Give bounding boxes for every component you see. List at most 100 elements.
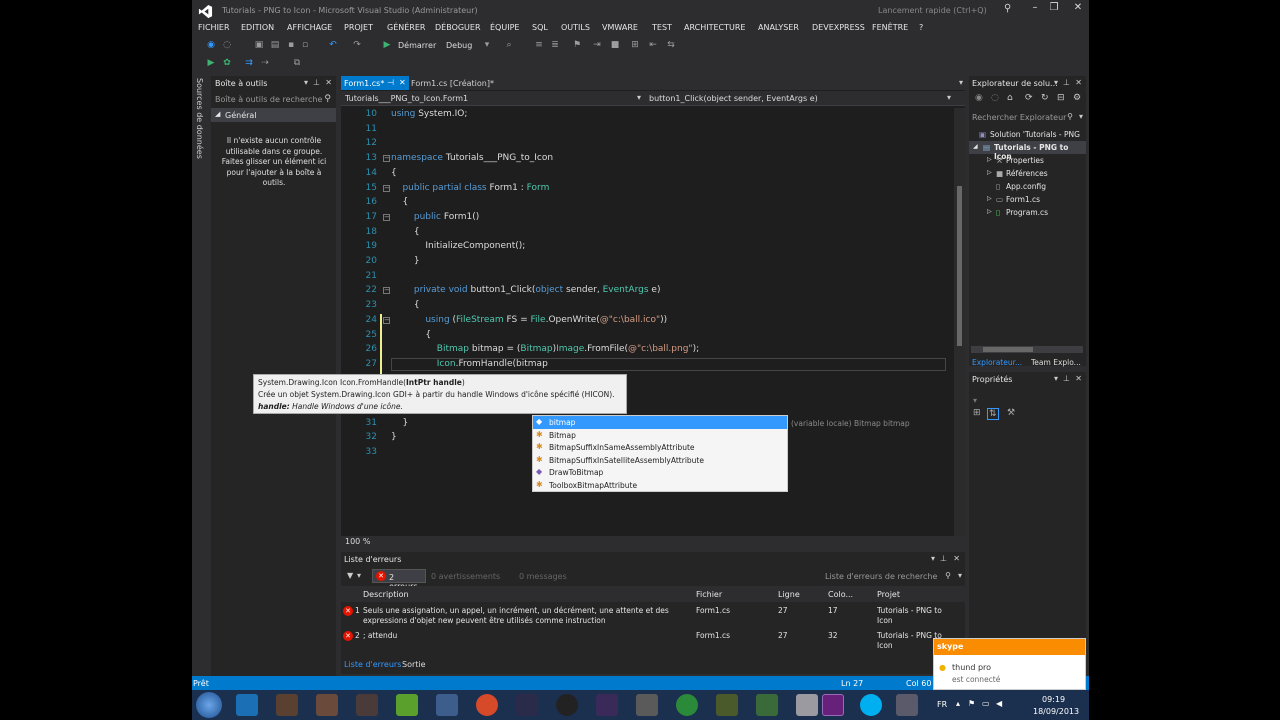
data-sources-label[interactable]: Sources de données: [195, 78, 204, 159]
flag-icon[interactable]: ⚑: [968, 699, 975, 708]
chevron-down-icon[interactable]: ▾: [1054, 78, 1058, 87]
tab-form1-design[interactable]: Form1.cs [Création]*: [411, 79, 494, 88]
member-dropdown[interactable]: button1_Click(object sender, EventArgs e…: [649, 94, 818, 103]
filter-icon[interactable]: ▼: [347, 571, 353, 580]
intellisense-item[interactable]: ◆ DrawToBitmap: [533, 466, 787, 479]
code-line[interactable]: 19 InitializeComponent();: [341, 240, 953, 255]
wrench-icon[interactable]: ⚒: [1007, 408, 1015, 418]
start-button[interactable]: [196, 692, 222, 718]
code-line[interactable]: 23 {: [341, 299, 953, 314]
fold-toggle-icon[interactable]: −: [383, 316, 390, 324]
app-icon[interactable]: [796, 694, 818, 716]
menu-analyser[interactable]: ANALYSER: [758, 23, 799, 32]
app-icon[interactable]: [676, 694, 698, 716]
search-icon[interactable]: ⚲: [324, 94, 331, 104]
tab-team-explorer[interactable]: Team Explo...: [1031, 358, 1081, 367]
col-file[interactable]: Fichier: [696, 590, 722, 599]
close-icon[interactable]: ✕: [325, 78, 332, 87]
app-icon[interactable]: [756, 694, 778, 716]
alphabetical-icon[interactable]: ⇅: [987, 408, 999, 420]
config-dropdown[interactable]: Debug: [446, 41, 472, 50]
tab-form1-cs[interactable]: Form1.cs* ⊣ ✕: [341, 76, 409, 90]
menu-help[interactable]: ?: [919, 23, 923, 32]
chevron-down-icon[interactable]: ▾: [931, 554, 935, 563]
menu-generer[interactable]: GÉNÉRER: [387, 23, 425, 32]
horizontal-scrollbar[interactable]: [971, 346, 1083, 353]
comment-icon[interactable]: ≡: [532, 40, 546, 50]
start-button[interactable]: Démarrer: [398, 41, 436, 50]
undo-icon[interactable]: ↶: [326, 40, 340, 50]
app-icon[interactable]: [436, 694, 458, 716]
col-description[interactable]: Description: [363, 590, 409, 599]
back-icon[interactable]: ◉: [204, 40, 218, 50]
refresh-icon[interactable]: ↻: [1041, 93, 1049, 103]
app-icon[interactable]: [596, 694, 618, 716]
start-icon[interactable]: ▶: [380, 40, 394, 50]
dropdown-icon[interactable]: ▾: [973, 396, 977, 405]
search-icon[interactable]: ⚲: [1067, 112, 1073, 121]
tree-item-program[interactable]: ▷ ▯ Program.cs: [969, 206, 1086, 219]
col-project[interactable]: Projet: [877, 590, 900, 599]
attach-icon[interactable]: ⧉: [290, 58, 304, 68]
code-line[interactable]: 14 {: [341, 167, 953, 182]
intellisense-item[interactable]: ✱ Bitmap: [533, 429, 787, 442]
properties-icon[interactable]: ⚙: [1073, 93, 1081, 103]
step-icon[interactable]: ⇉: [242, 58, 256, 68]
open-file-icon[interactable]: ▤: [268, 40, 282, 50]
zoom-level[interactable]: 100 %: [345, 537, 370, 546]
redo-icon[interactable]: ↷: [350, 40, 364, 50]
save-icon[interactable]: ▪: [284, 40, 298, 50]
search-icon[interactable]: ⚲: [945, 571, 951, 580]
app-icon[interactable]: [516, 694, 538, 716]
expand-arrow-icon[interactable]: ▷: [987, 156, 992, 163]
menu-affichage[interactable]: AFFICHAGE: [287, 23, 332, 32]
chevron-down-icon[interactable]: ▾: [1054, 374, 1058, 383]
new-project-icon[interactable]: ▣: [252, 40, 266, 50]
solution-search[interactable]: Rechercher Explorateur ⚲ ▾: [969, 110, 1086, 124]
intellisense-item[interactable]: ✱ BitmapSuffixInSameAssemblyAttribute: [533, 441, 787, 454]
visual-studio-icon[interactable]: [822, 694, 844, 716]
uncomment-icon[interactable]: ≣: [548, 40, 562, 50]
code-line[interactable]: 15 public partial class Form1 : Form: [341, 182, 953, 197]
format-icon[interactable]: ⊞: [628, 40, 642, 50]
ie-icon[interactable]: [236, 694, 258, 716]
tree-item-solution[interactable]: ▣ Solution 'Tutorials - PNG: [969, 128, 1086, 141]
pin-icon[interactable]: ⊥: [940, 554, 947, 563]
tree-item-form1[interactable]: ▷ ▭ Form1.cs: [969, 193, 1086, 206]
menu-deboguer[interactable]: DÉBOGUER: [435, 23, 481, 32]
close-icon[interactable]: ✕: [1075, 374, 1082, 383]
bug-icon[interactable]: ✿: [220, 58, 234, 68]
warnings-filter-button[interactable]: 0 avertissements: [431, 572, 500, 581]
menu-sql[interactable]: SQL: [532, 23, 548, 32]
toolbox-category[interactable]: ◢ Général: [211, 108, 336, 122]
skype-notification[interactable]: skype ● thund pro est connecté: [933, 638, 1086, 690]
tab-solution-explorer[interactable]: Explorateur...: [972, 358, 1022, 367]
fold-toggle-icon[interactable]: −: [383, 287, 390, 295]
categorized-icon[interactable]: ⊞: [973, 408, 981, 418]
sync-icon[interactable]: ⟳: [1025, 93, 1033, 103]
app-icon[interactable]: [716, 694, 738, 716]
clock-time[interactable]: 09:19: [1042, 695, 1065, 704]
volume-icon[interactable]: ◀: [996, 699, 1002, 708]
menu-equipe[interactable]: ÉQUIPE: [490, 23, 519, 32]
error-row[interactable]: ✕ 1 Seuls une assignation, un appel, un …: [341, 604, 965, 628]
chevron-down-icon[interactable]: ▾: [304, 78, 308, 87]
tab-output[interactable]: Sortie: [402, 660, 426, 669]
back-icon[interactable]: ◉: [975, 93, 983, 103]
chevron-down-icon[interactable]: ▾: [637, 93, 641, 102]
col-column[interactable]: Colo...: [828, 590, 853, 599]
monitor-icon[interactable]: ▭: [982, 699, 990, 708]
fold-toggle-icon[interactable]: −: [383, 213, 390, 221]
step-over-icon[interactable]: ⇢: [258, 58, 272, 68]
toolbox-search[interactable]: Boîte à outils de recherche ⚲: [211, 92, 336, 107]
code-line[interactable]: 21: [341, 270, 953, 285]
pin-icon[interactable]: ⊣: [387, 78, 394, 87]
expand-arrow-icon[interactable]: ◢: [215, 110, 220, 118]
indent-icon[interactable]: ⇤: [646, 40, 660, 50]
skype-icon[interactable]: [860, 694, 882, 716]
forward-icon[interactable]: ◌: [991, 93, 999, 103]
fold-toggle-icon[interactable]: −: [383, 155, 390, 163]
error-row[interactable]: ✕ 2 ; attendu Form1.cs 27 32 Tutorials -…: [341, 629, 965, 653]
tab-error-list[interactable]: Liste d'erreurs: [344, 660, 401, 669]
chevron-down-icon[interactable]: ▾: [959, 78, 963, 87]
